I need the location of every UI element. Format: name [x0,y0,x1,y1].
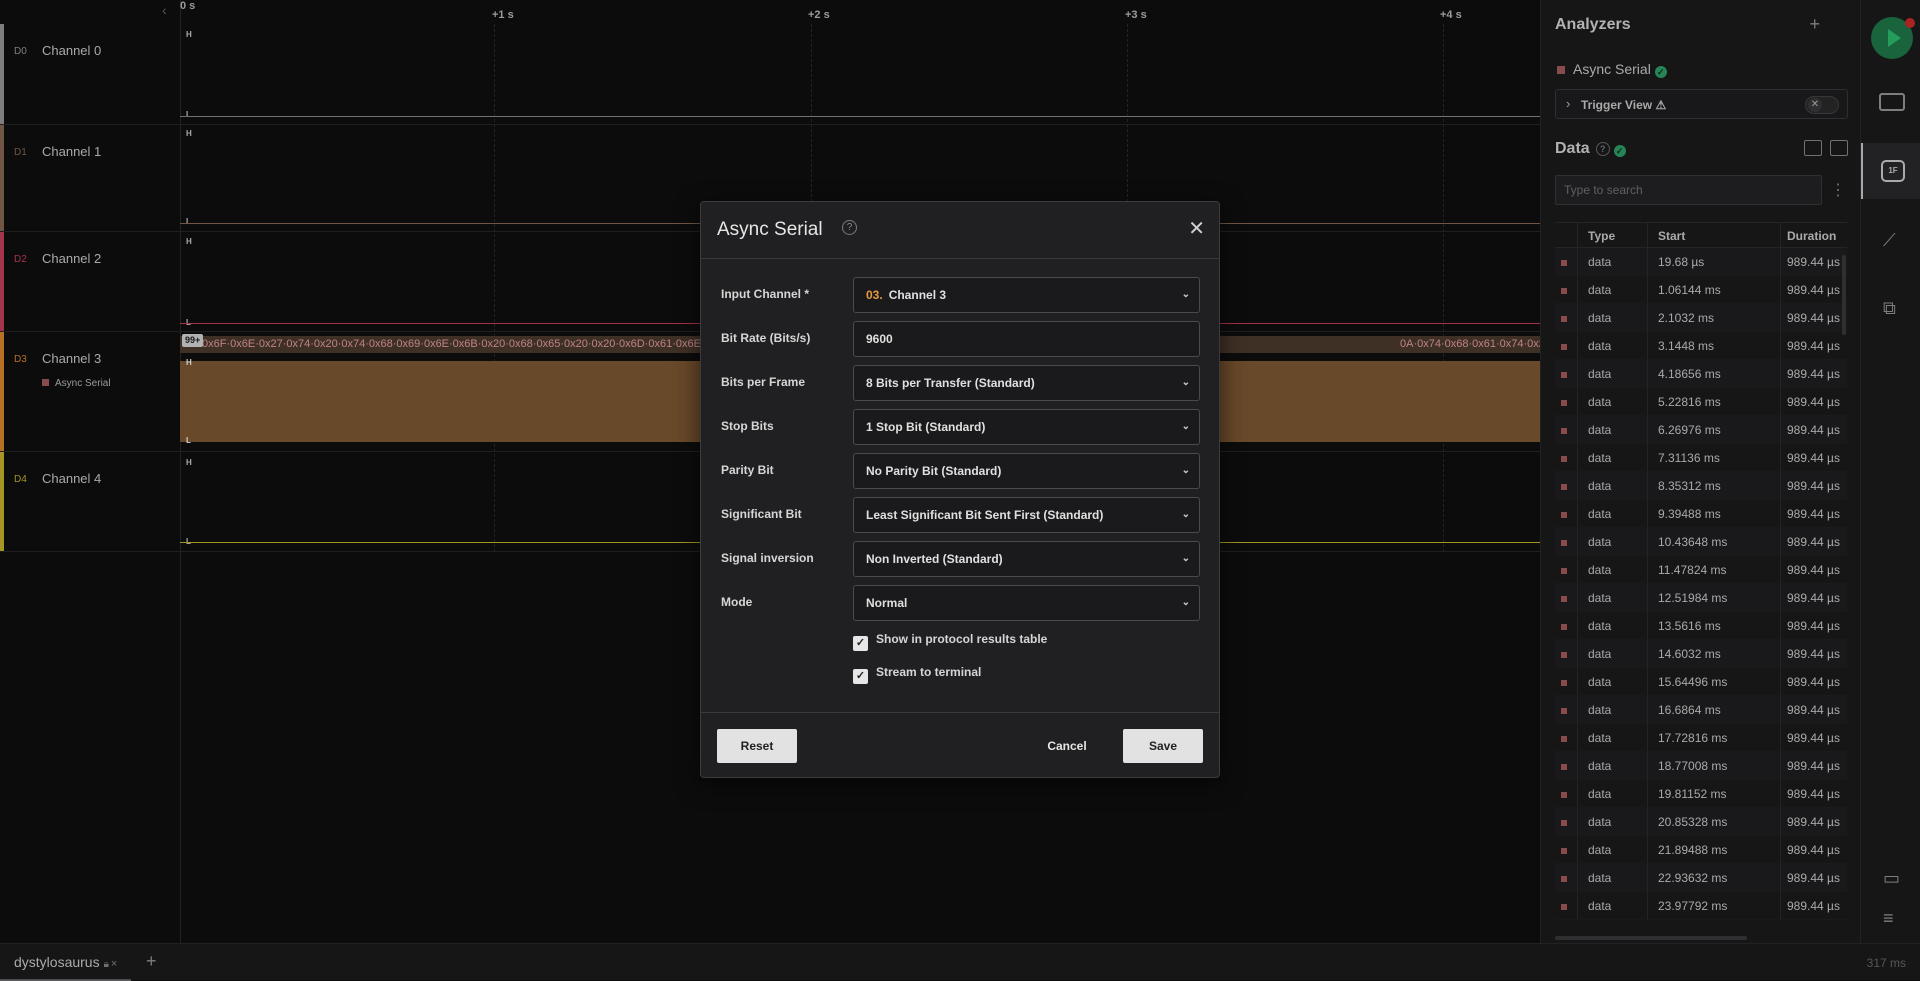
input-channel-row: Input Channel * 03. Channel 3 ⌄ [721,277,1201,313]
field-label: Bits per Frame [721,375,806,389]
select-value: Non Inverted (Standard) [866,552,1003,566]
select-value: No Parity Bit (Standard) [866,464,1002,478]
significant-bit-select[interactable]: Least Significant Bit Sent First (Standa… [853,497,1200,533]
bit-rate-row: Bit Rate (Bits/s) 9600 [721,321,1201,357]
stop-bits-row: Stop Bits 1 Stop Bit (Standard) ⌄ [721,409,1201,445]
cancel-button[interactable]: Cancel [1037,729,1097,763]
close-icon[interactable]: ✕ [1188,216,1205,241]
parity-bit-select[interactable]: No Parity Bit (Standard) ⌄ [853,453,1200,489]
signal-inversion-row: Signal inversion Non Inverted (Standard)… [721,541,1201,577]
mode-select[interactable]: Normal ⌄ [853,585,1200,621]
stop-bits-select[interactable]: 1 Stop Bit (Standard) ⌄ [853,409,1200,445]
parity-bit-row: Parity Bit No Parity Bit (Standard) ⌄ [721,453,1201,489]
chevron-down-icon: ⌄ [1181,465,1190,476]
show-in-table-checkbox[interactable]: ✓ Show in protocol results table [853,632,1048,651]
checkbox-label: Stream to terminal [876,665,982,679]
select-value: Normal [866,596,908,610]
field-label: Bit Rate (Bits/s) [721,331,811,345]
help-icon[interactable]: ? [842,220,857,235]
bit-rate-input[interactable]: 9600 [853,321,1200,357]
chevron-down-icon: ⌄ [1181,289,1190,300]
field-label: Signal inversion [721,551,814,565]
stream-to-terminal-checkbox[interactable]: ✓ Stream to terminal [853,665,982,684]
reset-button[interactable]: Reset [717,729,797,763]
select-value: Least Significant Bit Sent First (Standa… [866,508,1104,522]
checkbox-checked-icon[interactable]: ✓ [853,669,868,684]
field-label: Mode [721,595,753,609]
chevron-down-icon: ⌄ [1181,509,1190,520]
channel-number: 03. [866,288,883,302]
bits-per-frame-select[interactable]: 8 Bits per Transfer (Standard) ⌄ [853,365,1200,401]
select-value: Channel 3 [888,288,947,302]
significant-bit-row: Significant Bit Least Significant Bit Se… [721,497,1201,533]
dialog-title: Async Serial [717,219,823,240]
checkbox-checked-icon[interactable]: ✓ [853,636,868,651]
input-channel-select[interactable]: 03. Channel 3 ⌄ [853,277,1200,313]
field-label: Input Channel * [721,287,809,301]
async-serial-dialog: Async Serial ? ✕ Input Channel * 03. Chan… [700,201,1220,778]
low-label: L [186,436,191,445]
checkbox-label: Show in protocol results table [876,632,1048,646]
mode-row: Mode Normal ⌄ [721,585,1201,621]
save-button[interactable]: Save [1123,729,1203,763]
high-label: H [186,358,192,367]
bits-per-frame-row: Bits per Frame 8 Bits per Transfer (Stan… [721,365,1201,401]
field-label: Parity Bit [721,463,774,477]
field-label: Significant Bit [721,507,802,521]
select-value: 8 Bits per Transfer (Standard) [866,376,1035,390]
chevron-down-icon: ⌄ [1181,377,1190,388]
dialog-divider [701,712,1219,713]
chevron-down-icon: ⌄ [1181,553,1190,564]
chevron-down-icon: ⌄ [1181,597,1190,608]
chevron-down-icon: ⌄ [1181,421,1190,432]
signal-inversion-select[interactable]: Non Inverted (Standard) ⌄ [853,541,1200,577]
field-label: Stop Bits [721,419,774,433]
input-value: 9600 [866,332,893,346]
dialog-header: Async Serial ? ✕ [701,202,1219,259]
select-value: 1 Stop Bit (Standard) [866,420,986,434]
